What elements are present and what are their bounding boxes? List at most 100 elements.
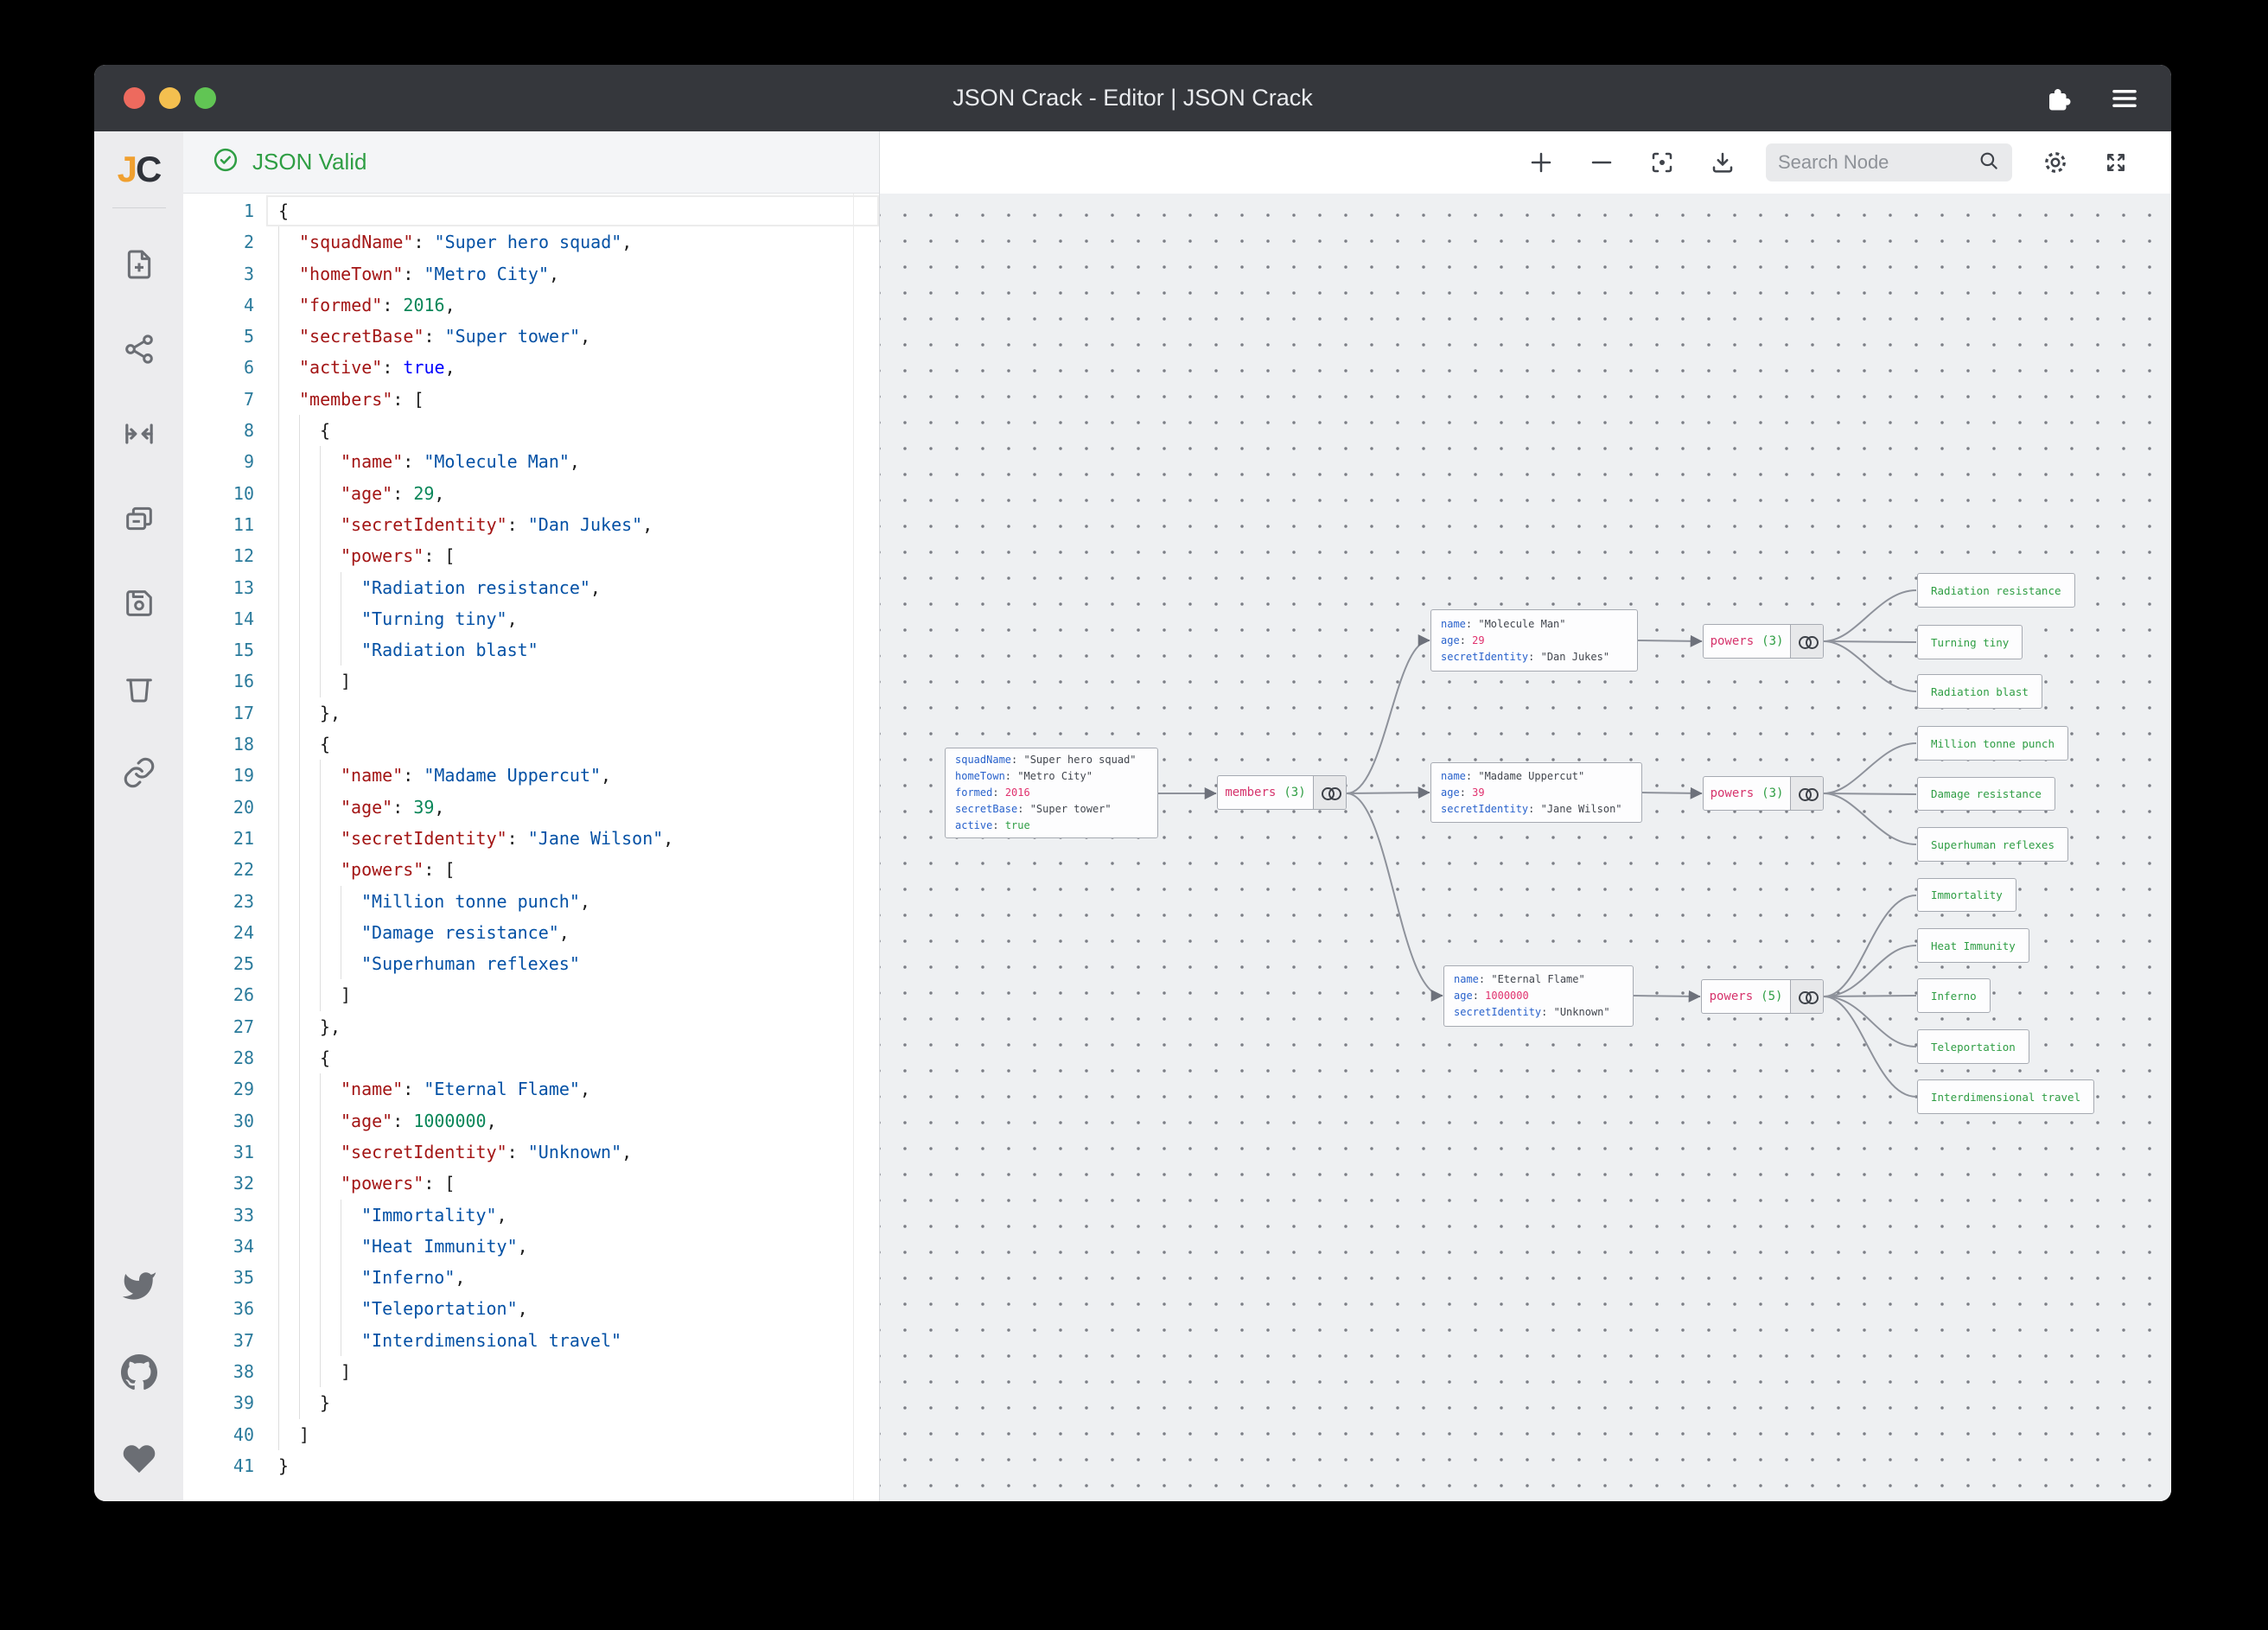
new-document-icon[interactable] bbox=[121, 246, 157, 283]
code-line[interactable]: 34"Heat Immunity", bbox=[183, 1231, 879, 1262]
code-line[interactable]: 41} bbox=[183, 1450, 879, 1481]
code-line[interactable]: 10"age": 29, bbox=[183, 478, 879, 509]
graph-view-icon[interactable] bbox=[121, 331, 157, 367]
code-line[interactable]: 16] bbox=[183, 665, 879, 697]
code-line[interactable]: 8{ bbox=[183, 415, 879, 446]
code-line[interactable]: 36"Teleportation", bbox=[183, 1293, 879, 1324]
code-line[interactable]: 5"secretBase": "Super tower", bbox=[183, 321, 879, 352]
expand-link-icon[interactable] bbox=[1790, 625, 1823, 658]
code-line[interactable]: 17}, bbox=[183, 697, 879, 729]
code-line[interactable]: 23"Million tonne punch", bbox=[183, 886, 879, 917]
graph-node-interdimensional-travel[interactable]: Interdimensional travel bbox=[1917, 1079, 2094, 1114]
code-line[interactable]: 21"secretIdentity": "Jane Wilson", bbox=[183, 823, 879, 854]
code-line[interactable]: 37"Interdimensional travel" bbox=[183, 1325, 879, 1356]
graph-node-million-tonne-punch[interactable]: Million tonne punch bbox=[1917, 726, 2068, 761]
graph-node-superhuman-reflexes[interactable]: Superhuman reflexes bbox=[1917, 827, 2068, 862]
code-line[interactable]: 14"Turning tiny", bbox=[183, 603, 879, 634]
code-line-content: "formed": 2016, bbox=[266, 290, 879, 321]
expand-link-icon[interactable] bbox=[1313, 776, 1346, 809]
zoom-in-icon[interactable] bbox=[1524, 145, 1558, 180]
center-focus-icon[interactable] bbox=[1645, 145, 1679, 180]
graph-node-inferno[interactable]: Inferno bbox=[1917, 978, 1991, 1013]
code-line[interactable]: 35"Inferno", bbox=[183, 1262, 879, 1293]
line-number: 5 bbox=[183, 321, 266, 352]
puzzle-extension-icon[interactable] bbox=[2042, 83, 2073, 114]
code-line[interactable]: 27}, bbox=[183, 1011, 879, 1042]
minimize-button[interactable] bbox=[159, 87, 181, 109]
graph-node-eternal-flame[interactable]: name: "Eternal Flame"age: 1000000secretI… bbox=[1443, 965, 1634, 1027]
graph-node-damage-resistance[interactable]: Damage resistance bbox=[1917, 777, 2055, 811]
graph-node-teleportation[interactable]: Teleportation bbox=[1917, 1029, 2029, 1064]
code-line[interactable]: 30"age": 1000000, bbox=[183, 1105, 879, 1137]
code-line[interactable]: 20"age": 39, bbox=[183, 792, 879, 823]
code-line[interactable]: 7"members": [ bbox=[183, 384, 879, 415]
zoom-button[interactable] bbox=[194, 87, 216, 109]
graph-node-molecule-man[interactable]: name: "Molecule Man"age: 29secretIdentit… bbox=[1430, 609, 1638, 672]
code-line[interactable]: 25"Superhuman reflexes" bbox=[183, 948, 879, 979]
code-line[interactable]: 26] bbox=[183, 979, 879, 1010]
heart-icon[interactable] bbox=[121, 1441, 157, 1477]
graph-panel: squadName: "Super hero squad"homeTown: "… bbox=[880, 131, 2171, 1501]
code-line[interactable]: 28{ bbox=[183, 1042, 879, 1073]
graph-node-madame-uppercut[interactable]: name: "Madame Uppercut"age: 39secretIden… bbox=[1430, 762, 1642, 823]
center-focus-icon[interactable] bbox=[121, 416, 157, 452]
delete-icon[interactable] bbox=[121, 670, 157, 706]
code-line[interactable]: 3"homeTown": "Metro City", bbox=[183, 258, 879, 290]
graph-node-turning-tiny[interactable]: Turning tiny bbox=[1917, 625, 2023, 659]
code-line[interactable]: 33"Immortality", bbox=[183, 1200, 879, 1231]
code-line[interactable]: 1{ bbox=[183, 195, 879, 226]
menu-icon[interactable] bbox=[2109, 83, 2140, 114]
line-number: 13 bbox=[183, 572, 266, 603]
code-line[interactable]: 38] bbox=[183, 1356, 879, 1387]
graph-node-radiation-blast[interactable]: Radiation blast bbox=[1917, 674, 2042, 709]
line-number: 21 bbox=[183, 823, 266, 854]
code-line-content: } bbox=[266, 1450, 879, 1481]
expand-link-icon[interactable] bbox=[1790, 777, 1823, 810]
save-icon[interactable] bbox=[121, 585, 157, 621]
code-editor[interactable]: 1{2"squadName": "Super hero squad",3"hom… bbox=[183, 194, 879, 1501]
code-line[interactable]: 29"name": "Eternal Flame", bbox=[183, 1073, 879, 1105]
code-line[interactable]: 11"secretIdentity": "Dan Jukes", bbox=[183, 509, 879, 540]
twitter-icon[interactable] bbox=[121, 1268, 157, 1304]
code-line[interactable]: 22"powers": [ bbox=[183, 854, 879, 885]
code-line[interactable]: 9"name": "Molecule Man", bbox=[183, 446, 879, 477]
zoom-out-icon[interactable] bbox=[1584, 145, 1619, 180]
settings-icon[interactable] bbox=[2038, 145, 2073, 180]
graph-node-radiation-resistance[interactable]: Radiation resistance bbox=[1917, 573, 2075, 608]
github-icon[interactable] bbox=[121, 1354, 157, 1391]
code-line[interactable]: 31"secretIdentity": "Unknown", bbox=[183, 1137, 879, 1168]
code-line[interactable]: 32"powers": [ bbox=[183, 1168, 879, 1199]
copy-icon[interactable] bbox=[121, 500, 157, 537]
code-line-content: } bbox=[266, 1387, 879, 1418]
code-line[interactable]: 24"Damage resistance", bbox=[183, 917, 879, 948]
graph-canvas[interactable]: squadName: "Super hero squad"homeTown: "… bbox=[880, 194, 2171, 1501]
code-line[interactable]: 13"Radiation resistance", bbox=[183, 572, 879, 603]
graph-node-members[interactable]: members(3) bbox=[1217, 775, 1347, 810]
code-line[interactable]: 40] bbox=[183, 1419, 879, 1450]
search-node-input[interactable] bbox=[1778, 151, 1971, 174]
graph-node-powers-molecule-man[interactable]: powers(3) bbox=[1703, 624, 1824, 659]
graph-node-immortality[interactable]: Immortality bbox=[1917, 878, 2016, 912]
code-line[interactable]: 4"formed": 2016, bbox=[183, 290, 879, 321]
indent-guide bbox=[320, 603, 321, 634]
node-field: squadName: "Super hero squad" bbox=[955, 752, 1148, 768]
code-line[interactable]: 18{ bbox=[183, 729, 879, 760]
search-node-box[interactable] bbox=[1766, 143, 2012, 181]
code-line[interactable]: 15"Radiation blast" bbox=[183, 634, 879, 665]
share-link-icon[interactable] bbox=[121, 755, 157, 791]
graph-node-heat-immunity[interactable]: Heat Immunity bbox=[1917, 928, 2029, 963]
code-line[interactable]: 39} bbox=[183, 1387, 879, 1418]
code-line[interactable]: 12"powers": [ bbox=[183, 540, 879, 571]
app-logo[interactable]: JC bbox=[118, 149, 161, 190]
expand-link-icon[interactable] bbox=[1790, 980, 1823, 1013]
fullscreen-icon[interactable] bbox=[2099, 145, 2133, 180]
code-line[interactable]: 19"name": "Madame Uppercut", bbox=[183, 760, 879, 791]
graph-node-powers-madame-uppercut[interactable]: powers(3) bbox=[1703, 776, 1824, 811]
code-line-content: "Superhuman reflexes" bbox=[266, 948, 879, 979]
download-icon[interactable] bbox=[1705, 145, 1740, 180]
graph-node-powers-eternal-flame[interactable]: powers(5) bbox=[1701, 979, 1824, 1014]
graph-node-root[interactable]: squadName: "Super hero squad"homeTown: "… bbox=[945, 748, 1158, 838]
code-line[interactable]: 6"active": true, bbox=[183, 352, 879, 383]
close-button[interactable] bbox=[124, 87, 145, 109]
code-line[interactable]: 2"squadName": "Super hero squad", bbox=[183, 226, 879, 258]
